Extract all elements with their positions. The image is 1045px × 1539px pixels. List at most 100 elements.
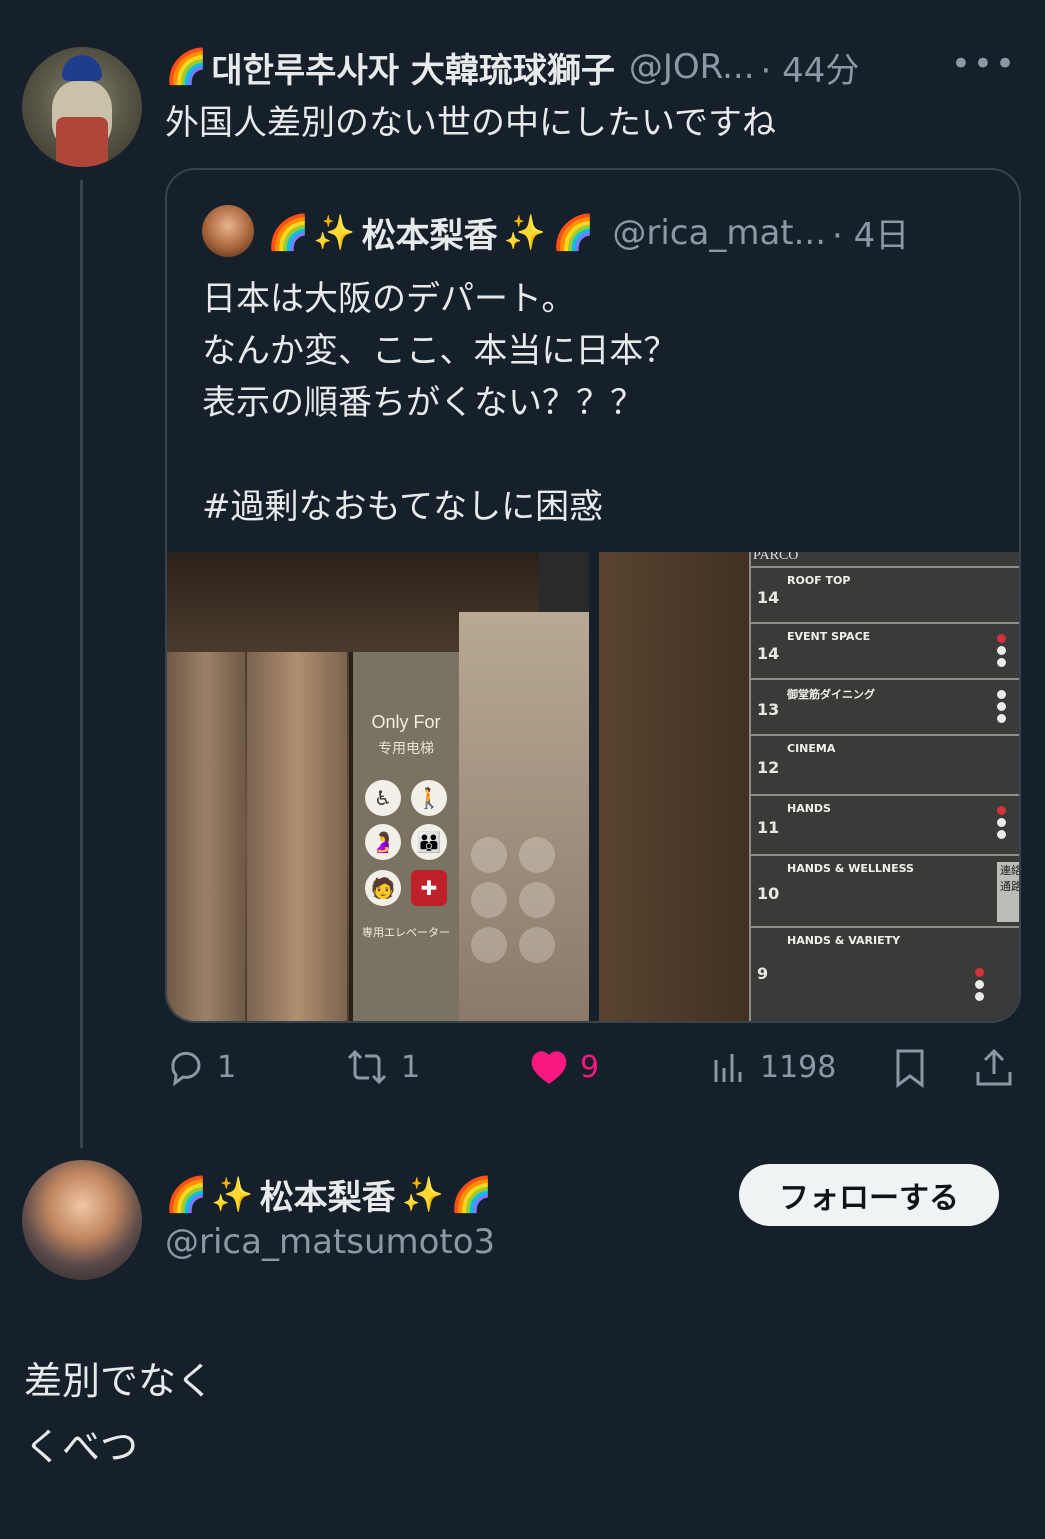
floor-number: 14 <box>757 588 780 607</box>
floor-row: 14 EVENT SPACE <box>751 622 1019 678</box>
floor-name: CINEMA <box>787 742 836 755</box>
tweet-text-line: 差別でなく <box>24 1359 215 1403</box>
author-handle[interactable]: @rica_matsumoto3 <box>165 1222 495 1262</box>
floor-row: 9 HANDS & VARIETY <box>751 926 1019 1021</box>
cane-user-icon: 🧑 <box>365 870 401 906</box>
floor-row: 13 御堂筋ダイニング <box>751 678 1019 734</box>
retweet-button[interactable]: 1 <box>343 1046 420 1088</box>
floor-name: ROOF TOP <box>787 574 851 587</box>
floor-name: 御堂筋ダイニング <box>787 688 875 701</box>
quoted-author-handle: @rica_mat... <box>612 212 827 253</box>
views-count: 1198 <box>760 1049 837 1085</box>
reflected-pictogram-icon <box>471 882 507 918</box>
quoted-hashtag[interactable]: #過剰なおもてなしに困惑 <box>202 481 677 533</box>
like-button[interactable]: 9 <box>528 1046 599 1088</box>
heart-icon <box>531 1051 567 1084</box>
quoted-text-line <box>202 429 677 481</box>
floor-number: 12 <box>757 758 780 777</box>
floor-row: 14 ROOF TOP <box>751 566 1019 622</box>
quoted-text-line: 日本は大阪のデパート。 <box>202 279 576 319</box>
floor-name: HANDS & VARIETY <box>787 934 901 947</box>
floor-name: HANDS & WELLNESS <box>787 862 914 875</box>
facility-icons <box>997 690 1007 726</box>
author-display-name[interactable]: 대한루추사자 大韓琉球獅子 <box>211 43 615 92</box>
reflected-pictogram-icon <box>519 837 555 873</box>
sparkles-emoji-icon: ✨ <box>503 212 547 253</box>
floor-row: 12 CINEMA <box>751 734 1019 794</box>
rainbow-emoji-icon: 🌈 <box>165 47 208 87</box>
floor-number: 13 <box>757 700 780 719</box>
rainbow-emoji-icon: 🌈 <box>267 212 310 253</box>
floor-name: EVENT SPACE <box>787 630 871 643</box>
quoted-author-display-name: 松本梨香 <box>361 216 498 256</box>
pregnant-person-icon: 🤰 <box>365 824 401 860</box>
bookmark-button[interactable] <box>890 1046 930 1090</box>
floor-directory-board: PARCO 14 ROOF TOP 14 EVENT SPACE 13 御堂筋ダ… <box>749 552 1019 1021</box>
directory-header: PARCO <box>753 552 799 563</box>
author-avatar[interactable] <box>22 1160 142 1280</box>
connecting-passage-label: 連絡通路 <box>997 862 1019 922</box>
sparkles-emoji-icon: ✨ <box>313 212 356 253</box>
quoted-text-line: なんか変、ここ、本当に日本？ <box>202 331 678 371</box>
floor-number: 14 <box>757 644 780 663</box>
rainbow-emoji-icon: 🌈 <box>450 1174 493 1215</box>
reply-icon <box>171 1051 201 1087</box>
sign-title: Only For <box>371 712 441 732</box>
reflected-pictogram-icon <box>519 927 555 963</box>
sign-footer: 専用エレベーター <box>362 926 450 939</box>
more-options-icon[interactable]: ••• <box>951 44 1017 84</box>
facility-icons <box>975 968 985 1004</box>
quoted-tweet-header: 🌈 ✨ 松本梨香 ✨ 🌈 @rica_mat... · 4日 <box>267 208 909 257</box>
floor-number: 10 <box>757 884 780 903</box>
floor-number: 9 <box>757 964 769 983</box>
elevator-photo[interactable]: Only For 专用电梯 ♿ 🚶 🤰 👪 🧑 ✚ 専用エレベーター <box>167 552 589 1021</box>
quoted-text-line: 表示の順番ちがくない？？？ <box>202 383 644 423</box>
share-icon <box>976 1048 1012 1086</box>
cap-shape <box>62 55 102 81</box>
quoted-tweet-text: 日本は大阪のデパート。 なんか変、ここ、本当に日本？ 表示の順番ちがくない？？？… <box>202 273 677 533</box>
floor-number: 11 <box>757 818 780 837</box>
tweet-header: 🌈 ✨ 松本梨香 ✨ 🌈 <box>165 1170 496 1219</box>
reflection-panel <box>459 612 589 1021</box>
views-chart-icon <box>714 1054 742 1082</box>
reply-button[interactable]: 1 <box>165 1046 236 1088</box>
bookmark-icon <box>896 1049 924 1088</box>
author-display-name[interactable]: 松本梨香 <box>260 1170 396 1219</box>
tweet-text-line: くべつ <box>24 1425 139 1469</box>
tweet-text: 外国人差別のない世の中にしたいですね <box>165 103 776 143</box>
floor-row: 10 HANDS & WELLNESS 連絡通路 <box>751 854 1019 926</box>
reply-count: 1 <box>217 1049 237 1085</box>
follow-button[interactable]: フォローする <box>739 1164 999 1226</box>
elevator-sign-panel: Only For 专用电梯 ♿ 🚶 🤰 👪 🧑 ✚ 専用エレベーター <box>353 652 459 1021</box>
sign-subtitle: 专用电梯 <box>378 741 434 757</box>
facility-icons <box>997 634 1007 670</box>
rainbow-emoji-icon: 🌈 <box>552 212 595 253</box>
like-count: 9 <box>580 1049 600 1085</box>
share-button[interactable] <box>972 1046 1016 1090</box>
reflected-pictogram-icon <box>471 837 507 873</box>
retweet-icon <box>347 1049 387 1085</box>
quoted-tweet-card[interactable]: 🌈 ✨ 松本梨香 ✨ 🌈 @rica_mat... · 4日 日本は大阪のデパー… <box>165 168 1021 1023</box>
sparkles-emoji-icon: ✨ <box>401 1174 445 1215</box>
elderly-person-icon: 🚶 <box>411 780 447 816</box>
rainbow-emoji-icon: 🌈 <box>165 1174 208 1215</box>
floor-directory-photo[interactable]: PARCO 14 ROOF TOP 14 EVENT SPACE 13 御堂筋ダ… <box>599 552 1019 1021</box>
retweet-count: 1 <box>401 1049 421 1085</box>
stroller-icon: 👪 <box>411 824 447 860</box>
floor-row: 11 HANDS <box>751 794 1019 854</box>
floor-name: HANDS <box>787 802 831 815</box>
author-handle[interactable]: @JOR... <box>629 47 755 87</box>
reflected-pictogram-icon <box>471 927 507 963</box>
quoted-tweet-timestamp: · 4日 <box>832 216 910 256</box>
views-button[interactable]: 1198 <box>710 1046 836 1088</box>
tweet-header: 🌈 대한루추사자 大韓琉球獅子 @JOR... · 44分 <box>165 42 1025 92</box>
reflected-pictogram-icon <box>519 882 555 918</box>
thread-connector-line <box>80 180 83 1148</box>
author-avatar[interactable] <box>22 47 142 167</box>
elevator-door-shape <box>247 652 347 1021</box>
facility-icons <box>997 806 1007 842</box>
tweet-timestamp[interactable]: · 44分 <box>761 43 860 92</box>
tweet-text: 差別でなく くべつ <box>24 1348 214 1480</box>
quoted-author-avatar <box>202 205 254 257</box>
elevator-door-shape <box>167 652 245 1021</box>
